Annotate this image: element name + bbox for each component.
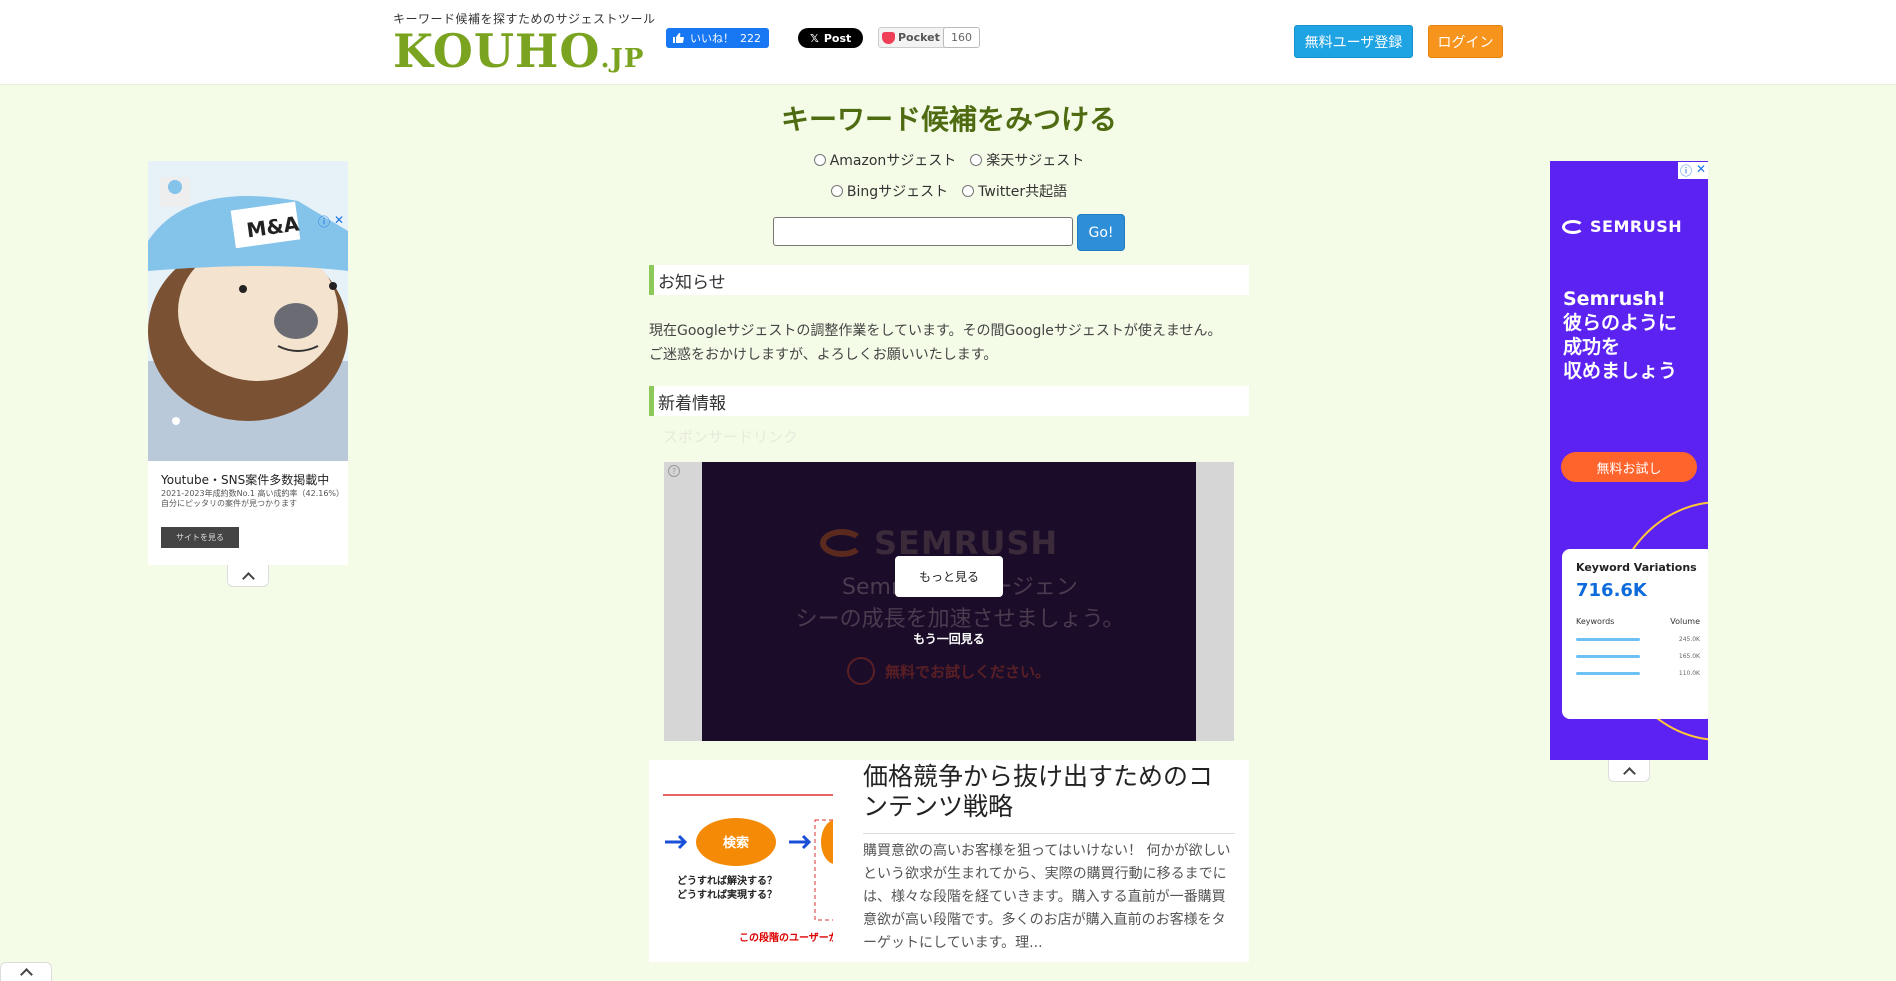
facebook-like-count: 222 — [740, 31, 761, 45]
radio-circle[interactable] — [962, 185, 975, 197]
keyword-search-input[interactable] — [773, 217, 1073, 246]
x-post-label: Post — [823, 31, 852, 45]
otter-mascot-icon: M&A — [148, 177, 348, 461]
article-thumbnail[interactable]: 検索 どうすれば解決する？ どうすれば実現する？ この段階のユーザーが — [663, 778, 833, 948]
facebook-like-button[interactable]: いいね！ 222 — [666, 28, 769, 48]
radio-bing[interactable]: Bingサジェスト — [830, 181, 948, 201]
left-ad-title: Youtube・SNS案件多数掲載中 — [161, 473, 330, 487]
radio-twitter[interactable]: Twitter共起語 — [962, 181, 1067, 201]
news-heading: 新着情報 — [649, 386, 1249, 416]
video-ad-cta: 無料でお試しください。 — [847, 657, 1050, 685]
facebook-like-label: いいね！ — [690, 32, 734, 45]
article-title[interactable]: 価格競争から抜け出すためのコンテンツ戦略 — [863, 762, 1235, 822]
card-number: 716.6K — [1576, 580, 1647, 601]
x-post-button[interactable]: 𝕏 Post — [798, 28, 864, 48]
radio-rakuten[interactable]: 楽天サジェスト — [970, 150, 1084, 170]
logo-link[interactable]: キーワード候補を探すためのサジェストツール KOUHO.JP — [393, 10, 656, 82]
page-title: キーワード候補をみつける — [780, 103, 1117, 136]
close-icon: ✕ — [334, 213, 345, 227]
radio-circle[interactable] — [813, 154, 826, 166]
article-card[interactable]: 検索 どうすれば解決する？ どうすれば実現する？ この段階のユーザーが 価格競争… — [649, 760, 1249, 962]
semrush-logo-icon — [820, 529, 864, 557]
notice-heading: お知らせ — [649, 265, 1249, 295]
svg-text:どうすれば解決する？: どうすれば解決する？ — [677, 874, 777, 887]
right-ad-collapse-tab[interactable] — [1608, 760, 1650, 782]
thumbs-up-icon — [673, 33, 684, 43]
pocket-count: 160 — [943, 27, 980, 48]
card-title: Keyword Variations — [1576, 561, 1697, 574]
pocket-label: Pocket — [898, 31, 940, 44]
left-ad-subtext: 2021-2023年成約数No.1 高い成約率（42.16%） 自分にピッタリの… — [161, 489, 345, 508]
replay-button[interactable]: もう一回見る — [702, 630, 1196, 647]
x-logo-icon: 𝕏 — [810, 31, 819, 45]
search-form: Go! — [649, 214, 1249, 251]
main-content: キーワード候補をみつける Amazonサジェスト 楽天サジェスト Bingサジェ… — [649, 100, 1249, 448]
ad-info-icon[interactable]: ? — [668, 465, 680, 477]
left-ad-cta-button[interactable]: サイトを見る — [161, 527, 239, 548]
site-header: キーワード候補を探すためのサジェストツール KOUHO.JP いいね！ 222 … — [0, 0, 1896, 85]
svg-text:どうすれば実現する？: どうすれば実現する？ — [677, 888, 777, 901]
card-row: 110.0K — [1576, 670, 1700, 677]
svg-text:この段階のユーザーが: この段階のユーザーが — [739, 931, 833, 944]
chevron-up-icon — [1622, 766, 1636, 780]
free-register-button[interactable]: 無料ユーザ登録 — [1294, 25, 1413, 58]
info-icon: ⓘ — [1680, 164, 1693, 178]
funnel-diagram-image: 検索 どうすれば解決する？ どうすれば実現する？ この段階のユーザーが — [663, 794, 833, 944]
card-row: 165.0K — [1576, 653, 1700, 660]
notice-text: 現在Googleサジェストの調整作業をしています。その間Googleサジェストが… — [649, 323, 1222, 363]
bottom-ad-expand-tab[interactable] — [0, 962, 52, 981]
keyword-variations-card: Keyword Variations 716.6K Keywords Volum… — [1562, 549, 1708, 719]
radio-circle[interactable] — [970, 154, 983, 166]
radio-amazon[interactable]: Amazonサジェスト — [813, 150, 956, 170]
login-button[interactable]: ログイン — [1428, 25, 1503, 58]
radio-group-row-2: Bingサジェスト Twitter共起語 — [649, 181, 1249, 201]
semrush-logo-icon — [1562, 219, 1584, 234]
article-excerpt: 購買意欲の高いお客様を狙ってはいけない！ 何かが欲しいという欲求が生まれてから、… — [863, 843, 1231, 951]
video-ad-player[interactable]: SEMRUSH Semrushを エージェン シーの成長を加速させましょう。 無… — [702, 462, 1196, 741]
card-row: 245.0K — [1576, 636, 1700, 643]
chevron-up-icon — [19, 968, 33, 981]
left-ad-collapse-tab[interactable] — [227, 565, 269, 587]
radio-group-row-1: Amazonサジェスト 楽天サジェスト — [649, 150, 1249, 170]
card-columns: Keywords Volume — [1576, 617, 1700, 626]
left-ad-image: M&A — [148, 161, 348, 461]
pocket-icon — [882, 31, 895, 44]
video-ad[interactable]: ? SEMRUSH Semrushを エージェン シーの成長を加速させましょう。… — [664, 462, 1234, 741]
pocket-button[interactable]: Pocket — [878, 27, 947, 48]
left-ad[interactable]: M&A ⓘ ✕ Youtube・SNS案件多数掲載中 2021-2023年成約数… — [148, 161, 348, 565]
right-ad-close[interactable]: ⓘ ✕ — [1678, 162, 1708, 179]
arrow-left-circle-icon — [847, 657, 875, 685]
site-logo: KOUHO.JP — [393, 24, 645, 78]
left-ad-close[interactable]: ⓘ ✕ — [318, 213, 344, 230]
go-button[interactable]: Go! — [1077, 214, 1125, 251]
right-ad[interactable]: ⓘ ✕ SEMRUSH Semrush! 彼らのように 成功を 収めましょう 無… — [1550, 161, 1708, 760]
sponsored-label: スポンサードリンク — [663, 428, 799, 446]
see-more-button[interactable]: もっと見る — [895, 556, 1003, 597]
right-ad-headline: Semrush! 彼らのように 成功を 収めましょう — [1563, 288, 1678, 382]
radio-circle[interactable] — [830, 185, 843, 197]
chevron-up-icon — [241, 571, 255, 585]
svg-text:検索: 検索 — [723, 835, 749, 851]
close-icon: ✕ — [1696, 162, 1707, 176]
right-ad-cta-button[interactable]: 無料お試し — [1561, 452, 1697, 482]
info-icon: ⓘ — [318, 215, 331, 229]
article-divider — [863, 833, 1235, 834]
right-ad-brand: SEMRUSH — [1562, 217, 1682, 236]
